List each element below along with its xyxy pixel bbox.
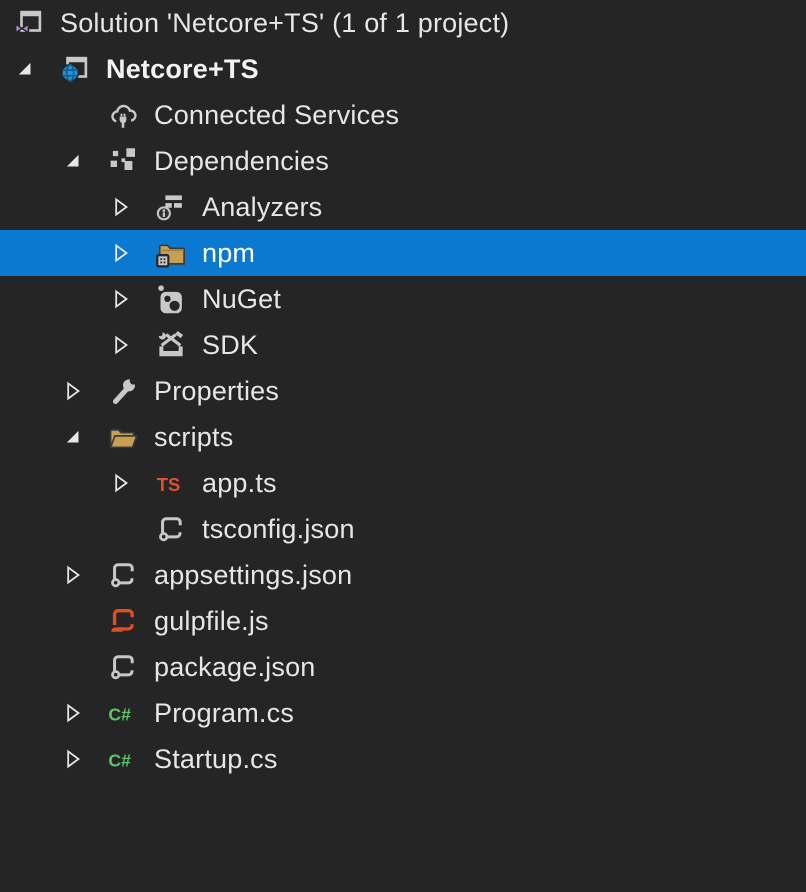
gulp-icon [108, 606, 138, 636]
tree-item-project-netcore-ts[interactable]: Netcore+TS [0, 46, 806, 92]
collapsed-arrow-icon[interactable] [108, 276, 156, 322]
tree-item-app-ts[interactable]: TS app.ts [0, 460, 806, 506]
item-label: Solution 'Netcore+TS' (1 of 1 project) [60, 8, 509, 39]
empty-expander-slot [108, 506, 156, 552]
item-label: app.ts [202, 468, 277, 499]
csharp-icon: C# [108, 698, 138, 728]
item-label: scripts [154, 422, 233, 453]
json-icon [108, 652, 138, 682]
tree-item-dependencies[interactable]: Dependencies [0, 138, 806, 184]
svg-text:C#: C# [108, 751, 131, 771]
nuget-icon [156, 284, 186, 314]
csharp-icon: C# [108, 744, 138, 774]
item-label: Program.cs [154, 698, 294, 729]
analyzers-icon [156, 192, 186, 222]
tree-item-npm[interactable]: npm [0, 230, 806, 276]
tree-item-scripts[interactable]: scripts [0, 414, 806, 460]
item-label: Dependencies [154, 146, 329, 177]
typescript-icon: TS [156, 468, 186, 498]
tree-item-program-cs[interactable]: C# Program.cs [0, 690, 806, 736]
folder-open-icon [108, 422, 138, 452]
item-label: NuGet [202, 284, 281, 315]
empty-expander-slot [60, 598, 108, 644]
dependencies-icon [108, 146, 138, 176]
tree-item-sdk[interactable]: SDK [0, 322, 806, 368]
sdk-icon [156, 330, 186, 360]
item-label: Properties [154, 376, 279, 407]
svg-text:C#: C# [108, 705, 131, 725]
collapsed-arrow-icon[interactable] [108, 184, 156, 230]
expanded-arrow-icon[interactable] [12, 46, 60, 92]
item-label: appsettings.json [154, 560, 352, 591]
npm-folder-icon [156, 238, 186, 268]
item-label: tsconfig.json [202, 514, 355, 545]
tree-item-properties[interactable]: Properties [0, 368, 806, 414]
tree-item-appsettings-json[interactable]: appsettings.json [0, 552, 806, 598]
solution-icon [14, 8, 44, 38]
tree-item-connected-services[interactable]: Connected Services [0, 92, 806, 138]
json-icon [108, 560, 138, 590]
collapsed-arrow-icon[interactable] [60, 368, 108, 414]
item-label: Netcore+TS [106, 54, 259, 85]
connected-services-icon [108, 100, 138, 130]
empty-expander-slot [60, 644, 108, 690]
item-label: npm [202, 238, 255, 269]
empty-expander-slot [60, 92, 108, 138]
tree-item-startup-cs[interactable]: C# Startup.cs [0, 736, 806, 782]
item-label: package.json [154, 652, 316, 683]
item-label: gulpfile.js [154, 606, 269, 637]
expanded-arrow-icon[interactable] [60, 414, 108, 460]
collapsed-arrow-icon[interactable] [60, 552, 108, 598]
collapsed-arrow-icon[interactable] [108, 322, 156, 368]
collapsed-arrow-icon[interactable] [60, 690, 108, 736]
expanded-arrow-icon[interactable] [60, 138, 108, 184]
tree-item-package-json[interactable]: package.json [0, 644, 806, 690]
item-label: Startup.cs [154, 744, 278, 775]
tree-item-solution[interactable]: Solution 'Netcore+TS' (1 of 1 project) [0, 0, 806, 46]
solution-explorer-tree: Solution 'Netcore+TS' (1 of 1 project) N… [0, 0, 806, 892]
tree-item-nuget[interactable]: NuGet [0, 276, 806, 322]
svg-text:TS: TS [157, 474, 180, 495]
collapsed-arrow-icon[interactable] [108, 460, 156, 506]
item-label: Connected Services [154, 100, 399, 131]
tree-item-gulpfile-js[interactable]: gulpfile.js [0, 598, 806, 644]
web-project-icon [60, 54, 90, 84]
json-icon [156, 514, 186, 544]
wrench-icon [108, 376, 138, 406]
collapsed-arrow-icon[interactable] [108, 230, 156, 276]
item-label: SDK [202, 330, 258, 361]
item-label: Analyzers [202, 192, 322, 223]
collapsed-arrow-icon[interactable] [60, 736, 108, 782]
tree-item-tsconfig-json[interactable]: tsconfig.json [0, 506, 806, 552]
tree-item-analyzers[interactable]: Analyzers [0, 184, 806, 230]
